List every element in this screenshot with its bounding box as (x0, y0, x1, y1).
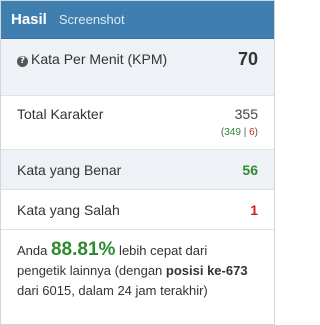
correct-words-label: Kata yang Benar (17, 162, 122, 178)
wrong-words-label: Kata yang Salah (17, 202, 120, 218)
correct-characters: 349 (224, 127, 241, 138)
summary-suffix: dari 6015, dalam 24 jam terakhir) (17, 283, 208, 298)
summary-prefix: Anda (17, 243, 51, 258)
summary-text: Anda 88.81% lebih cepat dari pengetik la… (1, 230, 274, 301)
results-panel: Hasil Screenshot ? Kata Per Menit (KPM) 7… (0, 0, 275, 325)
total-characters-label: Total Karakter (17, 106, 104, 122)
kpm-row: ? Kata Per Menit (KPM) 70 (1, 39, 274, 96)
question-mark-icon[interactable]: ? (17, 56, 28, 67)
kpm-value: 70 (237, 49, 258, 69)
screenshot-link[interactable]: Screenshot (59, 12, 125, 27)
rank-position: posisi ke-673 (165, 263, 248, 278)
total-characters-value: 355 (234, 106, 258, 122)
breakdown-separator: | (240, 127, 250, 138)
results-header: Hasil Screenshot (1, 1, 274, 39)
kpm-label-group: ? Kata Per Menit (KPM) (17, 51, 187, 68)
kpm-label: Kata Per Menit (KPM) (31, 51, 168, 67)
correct-words-value: 56 (242, 162, 258, 178)
wrong-words-value: 1 (250, 202, 258, 218)
characters-breakdown: (349 | 6) (221, 127, 258, 138)
total-characters-row: Total Karakter 355 (349 | 6) (1, 96, 274, 150)
wrong-words-row: Kata yang Salah 1 (1, 190, 274, 230)
breakdown-close: ) (254, 127, 258, 138)
results-title: Hasil (11, 11, 47, 28)
speed-percent: 88.81% (50, 239, 116, 260)
correct-words-row: Kata yang Benar 56 (1, 150, 274, 190)
